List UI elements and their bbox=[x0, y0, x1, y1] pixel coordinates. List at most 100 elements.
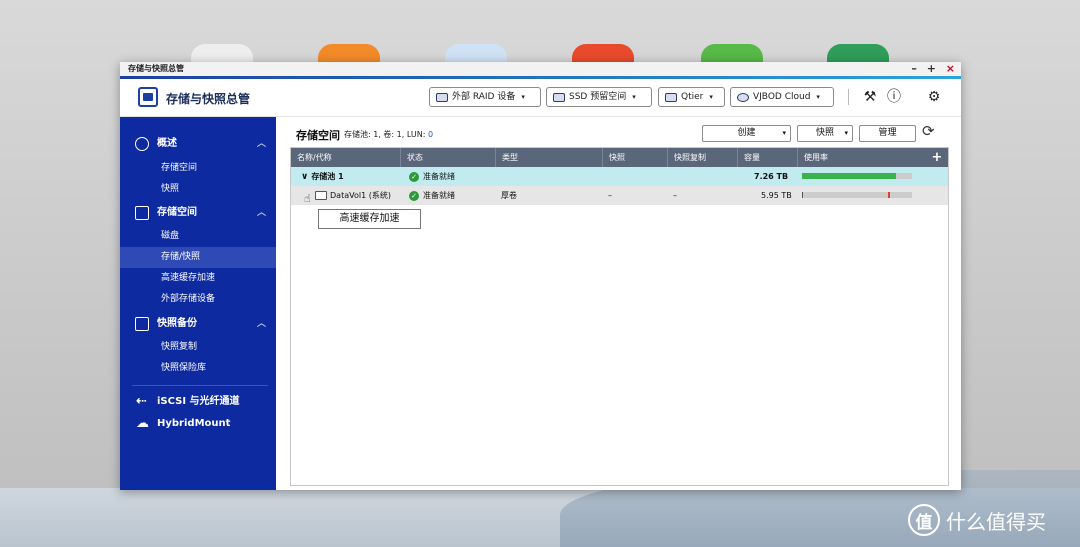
col-replica[interactable]: 快照复制 bbox=[668, 148, 738, 167]
sidebar-item-snapshot[interactable]: 快照 bbox=[120, 179, 276, 200]
storage-table: 名称/代称 状态 类型 快照 快照复制 容量 使用率 + ∨ 存储池 1 ✓ 准备就… bbox=[290, 147, 949, 486]
check-icon: ✓ bbox=[409, 171, 419, 182]
pool-usage-bar bbox=[802, 173, 912, 179]
sidebar-item-iscsi[interactable]: ⇠ iSCSI 与光纤通道 bbox=[120, 392, 276, 412]
volume-name: DataVol1 (系统) bbox=[330, 191, 391, 200]
sidebar-item-disks[interactable]: 磁盘 bbox=[120, 226, 276, 247]
col-name[interactable]: 名称/代称 bbox=[291, 148, 401, 167]
col-capacity[interactable]: 容量 bbox=[738, 148, 798, 167]
qtier-icon bbox=[665, 92, 677, 102]
sidebar-item-snapshot-replica[interactable]: 快照复制 bbox=[120, 337, 276, 358]
pool-status-cell: ✓ 准备就绪 bbox=[409, 167, 455, 186]
volume-status-cell: ✓ 准备就绪 bbox=[409, 186, 455, 205]
create-label: 创建 bbox=[737, 128, 756, 138]
sidebar-item-hybridmount[interactable]: ☁ HybridMount bbox=[120, 414, 276, 434]
settings-icon[interactable]: ⚙ bbox=[925, 88, 943, 106]
sidebar-item-storage-space[interactable]: 存储空间 bbox=[120, 158, 276, 179]
window-titlebar[interactable]: 存储与快照总管 – + × bbox=[120, 62, 961, 76]
minimize-button[interactable]: – bbox=[911, 62, 917, 75]
summary-luns-count: 0 bbox=[428, 130, 434, 139]
pool-capacity: 7.26 TB bbox=[754, 172, 789, 181]
sidebar-item-cache-acceleration[interactable]: 高速缓存加速 bbox=[120, 268, 276, 289]
sidebar-item-label: iSCSI 与光纤通道 bbox=[157, 396, 240, 407]
volume-usage-marker bbox=[887, 192, 890, 198]
sidebar: 概述 ︿ 存储空间 快照 存储空间 ︿ 磁盘 存储/快照 高速缓存加速 外部存储… bbox=[120, 117, 276, 490]
page-title: 存储空间 bbox=[296, 129, 340, 142]
chevron-down-icon: ▾ bbox=[816, 93, 820, 101]
help-icon[interactable]: ⓘ bbox=[885, 88, 903, 106]
volume-usage-fill bbox=[802, 192, 804, 198]
check-icon: ✓ bbox=[409, 190, 419, 201]
manage-button[interactable]: 管理 bbox=[859, 125, 916, 142]
sidebar-group-label: 概述 bbox=[157, 138, 177, 149]
iscsi-icon: ⇠ bbox=[136, 394, 147, 409]
snapshot-icon bbox=[135, 317, 149, 331]
chevron-down-icon[interactable]: ∨ bbox=[301, 172, 308, 182]
add-column-icon[interactable]: + bbox=[926, 148, 948, 167]
chevron-up-icon: ︿ bbox=[256, 319, 266, 329]
qtier-button[interactable]: Qtier ▾ bbox=[658, 87, 725, 107]
refresh-icon[interactable]: ⟳ bbox=[922, 122, 935, 140]
app-header: 存储与快照总管 外部 RAID 设备 ▾ SSD 预留空间 ▾ Qtier ▾ … bbox=[120, 79, 961, 117]
col-usage[interactable]: 使用率 bbox=[798, 148, 926, 167]
sidebar-group-storage[interactable]: 存储空间 ︿ bbox=[120, 202, 276, 224]
chevron-down-icon: ▾ bbox=[521, 93, 525, 101]
header-divider bbox=[848, 89, 849, 105]
table-header: 名称/代称 状态 类型 快照 快照复制 容量 使用率 + bbox=[291, 148, 948, 167]
volume-capacity: 5.95 TB bbox=[761, 191, 792, 200]
main-content: 存储空间 存储池: 1, 卷: 1, LUN: 0 创建 ▾ 快照 ▾ 管理 ⟳… bbox=[276, 117, 961, 490]
qtier-label: Qtier bbox=[681, 92, 704, 102]
window-controls: – + × bbox=[905, 62, 955, 76]
chevron-down-icon: ▾ bbox=[844, 129, 848, 137]
create-button[interactable]: 创建 ▾ bbox=[702, 125, 791, 142]
chevron-down-icon: ▾ bbox=[782, 129, 786, 137]
storage-summary: 存储池: 1, 卷: 1, LUN: 0 bbox=[344, 129, 433, 140]
sidebar-item-snapshot-vault[interactable]: 快照保险库 bbox=[120, 358, 276, 379]
window-title: 存储与快照总管 bbox=[128, 64, 184, 73]
volume-replica: – bbox=[673, 191, 677, 200]
debug-icon[interactable]: ⚒ bbox=[861, 88, 879, 106]
page-indicator bbox=[0, 538, 1080, 547]
snapshot-label: 快照 bbox=[815, 128, 834, 138]
table-row[interactable]: ∨ 存储池 1 ✓ 准备就绪 7.26 TB bbox=[291, 167, 948, 186]
sidebar-divider bbox=[132, 385, 268, 386]
sidebar-group-snapshot-backup[interactable]: 快照备份 ︿ bbox=[120, 313, 276, 335]
pool-name-cell: ∨ 存储池 1 bbox=[301, 167, 344, 186]
sidebar-group-label: 存储空间 bbox=[157, 207, 197, 218]
pool-name: 存储池 1 bbox=[311, 172, 344, 181]
vjbod-cloud-button[interactable]: VJBOD Cloud ▾ bbox=[730, 87, 834, 107]
sidebar-item-external-storage[interactable]: 外部存储设备 bbox=[120, 289, 276, 310]
pool-usage-fill bbox=[802, 173, 896, 179]
external-raid-button[interactable]: 外部 RAID 设备 ▾ bbox=[429, 87, 541, 107]
volume-status: 准备就绪 bbox=[423, 191, 455, 200]
cloud-icon bbox=[737, 92, 749, 102]
cache-tooltip: 高速缓存加速 bbox=[318, 209, 421, 229]
ssd-icon bbox=[553, 92, 565, 102]
col-snapshot[interactable]: 快照 bbox=[603, 148, 668, 167]
chevron-up-icon: ︿ bbox=[256, 139, 266, 149]
sidebar-group-overview[interactable]: 概述 ︿ bbox=[120, 133, 276, 155]
volume-snapshot: – bbox=[608, 191, 612, 200]
col-type[interactable]: 类型 bbox=[496, 148, 603, 167]
volume-usage-bar bbox=[802, 192, 912, 198]
storage-logo-icon bbox=[138, 87, 158, 107]
watermark-logo-icon: 值 bbox=[908, 504, 940, 536]
app-title: 存储与快照总管 bbox=[166, 92, 251, 106]
ssd-reserve-button[interactable]: SSD 预留空间 ▾ bbox=[546, 87, 652, 107]
col-status[interactable]: 状态 bbox=[401, 148, 496, 167]
summary-pools-label: 存储池: bbox=[344, 130, 374, 139]
summary-luns-label: , LUN: bbox=[401, 130, 428, 139]
chevron-down-icon: ▾ bbox=[709, 93, 713, 101]
dashboard-icon bbox=[135, 137, 149, 151]
close-button[interactable]: × bbox=[946, 62, 955, 75]
chevron-down-icon: ▾ bbox=[632, 93, 636, 101]
table-row[interactable]: DataVol1 (系统) ✓ 准备就绪 厚卷 – – 5.95 TB bbox=[291, 186, 948, 205]
storage-window: 存储与快照总管 – + × 存储与快照总管 外部 RAID 设备 ▾ SSD 预… bbox=[120, 62, 961, 490]
sidebar-group-label: 快照备份 bbox=[157, 318, 197, 329]
vjbod-cloud-label: VJBOD Cloud bbox=[753, 92, 811, 102]
sidebar-item-storage-snapshot[interactable]: 存储/快照 bbox=[120, 247, 276, 268]
raid-icon bbox=[436, 92, 448, 102]
volume-type: 厚卷 bbox=[501, 191, 517, 200]
maximize-button[interactable]: + bbox=[927, 62, 936, 75]
snapshot-button[interactable]: 快照 ▾ bbox=[797, 125, 853, 142]
